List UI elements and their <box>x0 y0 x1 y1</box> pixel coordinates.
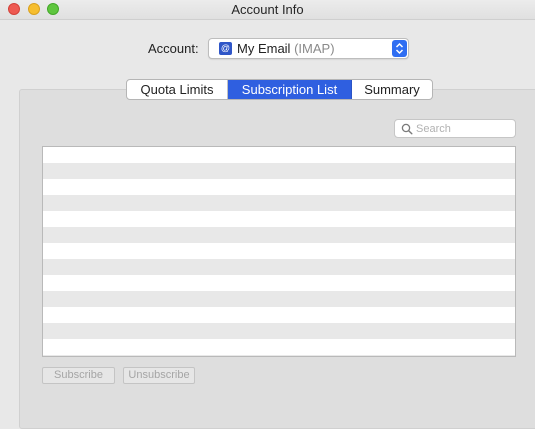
empty-list-row <box>43 275 515 291</box>
empty-list-row <box>43 227 515 243</box>
account-select[interactable]: @ My Email (IMAP) <box>208 38 409 59</box>
unsubscribe-button[interactable]: Unsubscribe <box>123 367 195 384</box>
empty-list-row <box>43 339 515 355</box>
empty-list-row <box>43 323 515 339</box>
empty-list-row <box>43 147 515 163</box>
subscription-list-table[interactable] <box>42 146 516 357</box>
search-input[interactable] <box>416 121 511 136</box>
empty-list-row <box>43 195 515 211</box>
tab-summary[interactable]: Summary <box>352 80 432 99</box>
empty-list-row <box>43 355 515 356</box>
window-title: Account Info <box>231 2 304 17</box>
at-sign-icon: @ <box>219 42 232 55</box>
tab-bar: Quota Limits Subscription List Summary <box>126 79 433 100</box>
search-field[interactable] <box>394 119 516 138</box>
account-name: My Email <box>237 41 291 56</box>
account-type: (IMAP) <box>294 41 335 56</box>
empty-list-row <box>43 163 515 179</box>
empty-list-row <box>43 243 515 259</box>
empty-list-row <box>43 211 515 227</box>
title-bar: Account Info <box>0 0 535 20</box>
tab-subscription-list[interactable]: Subscription List <box>228 80 352 99</box>
account-label: Account: <box>148 41 199 56</box>
account-select-value: My Email (IMAP) <box>237 41 335 56</box>
empty-list-row <box>43 179 515 195</box>
empty-list-row <box>43 291 515 307</box>
chevron-updown-icon[interactable] <box>392 40 407 57</box>
subscribe-button[interactable]: Subscribe <box>42 367 115 384</box>
empty-list-row <box>43 307 515 323</box>
search-icon <box>401 123 413 135</box>
empty-list-row <box>43 259 515 275</box>
tab-quota-limits[interactable]: Quota Limits <box>127 80 228 99</box>
